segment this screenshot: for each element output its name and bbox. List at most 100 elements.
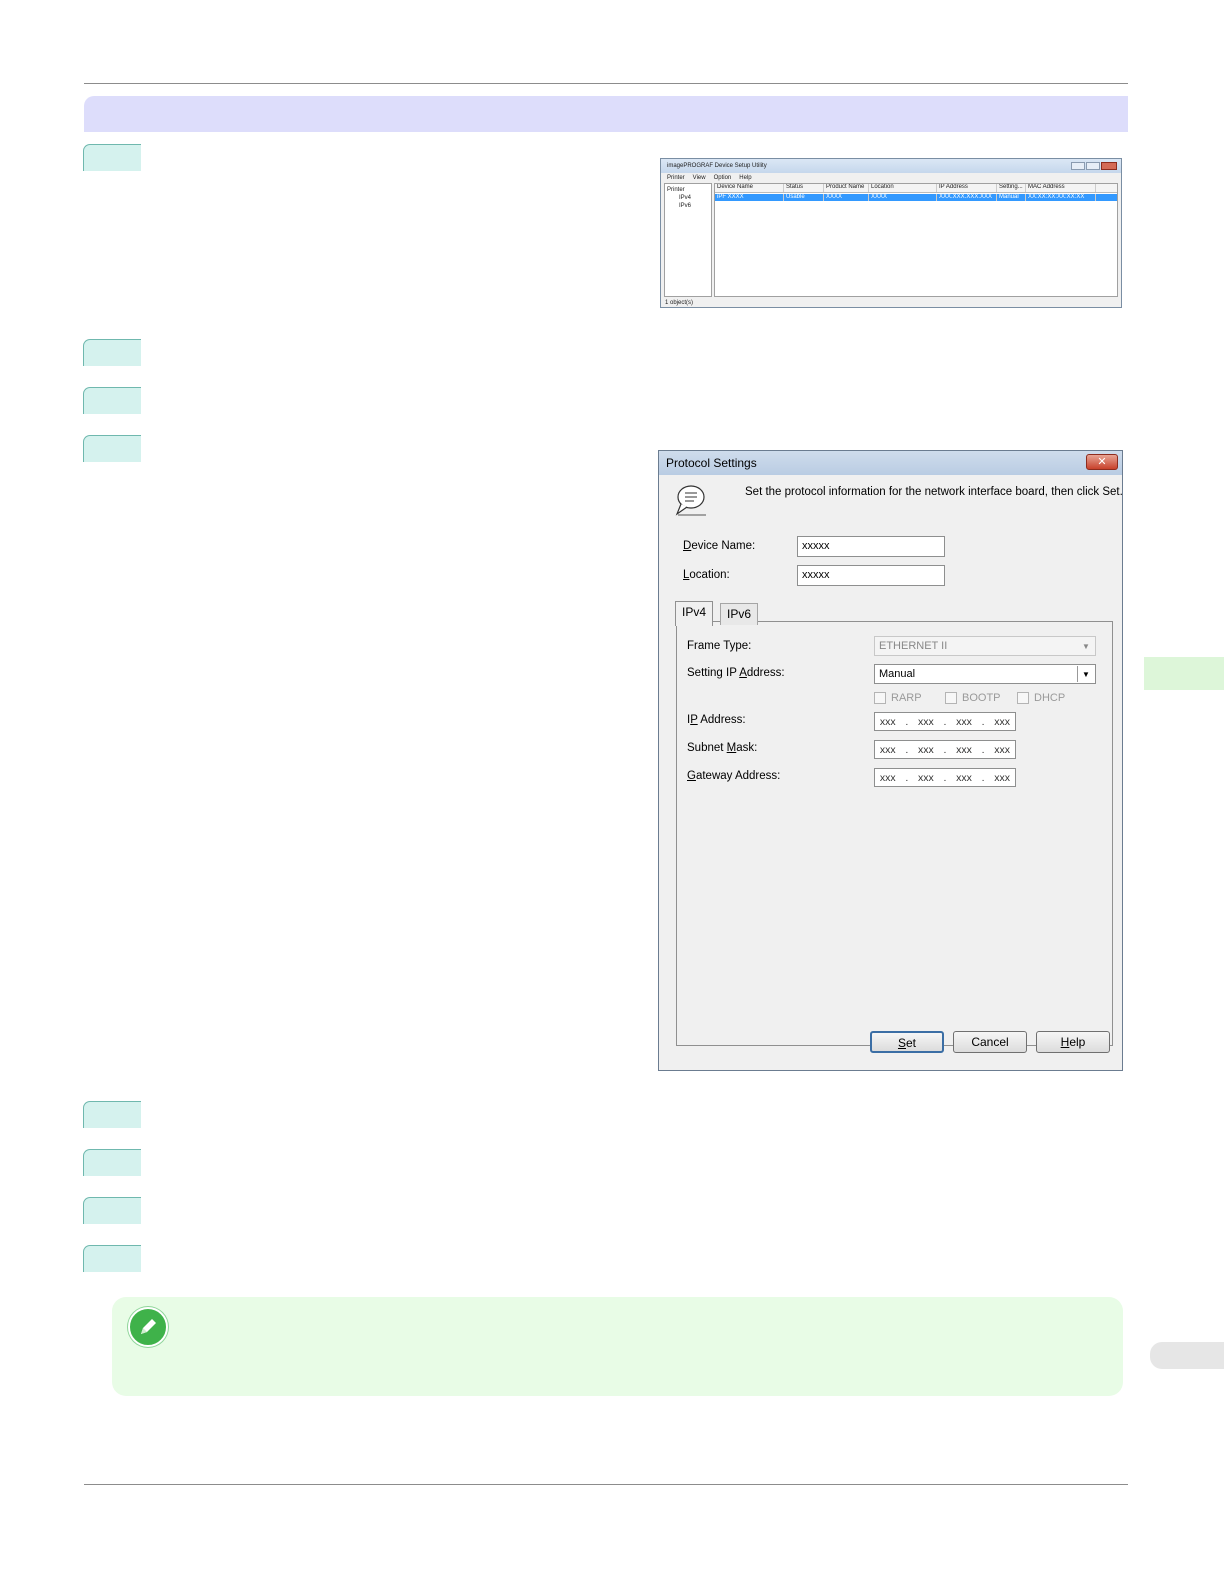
chapter-side-tab: [1144, 657, 1224, 690]
cell-location: XXXX: [869, 194, 937, 201]
utility-menu-bar: Printer View Option Help: [661, 173, 1121, 182]
menu-view[interactable]: View: [693, 175, 706, 181]
frame-type-select[interactable]: ETHERNET II ▼: [874, 636, 1096, 656]
menu-help[interactable]: Help: [739, 175, 751, 181]
cell-ip-address: XXX.XXX.XXX.XXX: [937, 194, 997, 201]
list-header: Device Name Status Product Name Location…: [715, 184, 1117, 193]
rarp-label: RARP: [891, 692, 922, 704]
checkbox-box: [874, 692, 886, 704]
ip-octet: xxx: [994, 743, 1011, 756]
col-device-name[interactable]: Device Name: [715, 184, 784, 192]
protocol-settings-dialog: Protocol Settings ✕ Set the protocol inf…: [658, 450, 1123, 1071]
setting-ip-address-label: Setting IP Address:: [687, 667, 785, 679]
dhcp-label: DHCP: [1034, 692, 1066, 704]
cell-product-name: XXXX: [824, 194, 869, 201]
checkbox-box: [1017, 692, 1029, 704]
maximize-icon[interactable]: [1086, 162, 1100, 170]
minimize-icon[interactable]: [1071, 162, 1085, 170]
page-side-tab: [1150, 1342, 1224, 1369]
ip-address-label: IP Address:: [687, 714, 746, 726]
rarp-checkbox[interactable]: RARP: [874, 692, 922, 704]
bootp-checkbox[interactable]: BOOTP: [945, 692, 1001, 704]
ipv4-tab-panel: [676, 621, 1113, 1046]
ip-octet: xxx: [879, 715, 896, 728]
utility-device-list: Device Name Status Product Name Location…: [714, 183, 1118, 297]
col-location[interactable]: Location: [869, 184, 937, 192]
location-field[interactable]: xxxxx: [797, 565, 945, 586]
ip-octet: xxx: [956, 743, 972, 756]
step-marker-5: [83, 1101, 141, 1128]
frame-type-label: Frame Type:: [687, 640, 752, 652]
close-icon[interactable]: ✕: [1086, 454, 1118, 470]
chevron-down-icon: ▼: [1082, 641, 1090, 651]
step-marker-6: [83, 1149, 141, 1176]
gateway-address-label: Gateway Address:: [687, 770, 781, 782]
ip-octet: xxx: [879, 771, 896, 784]
setting-ip-address-select[interactable]: Manual ▼: [874, 664, 1096, 684]
col-setting[interactable]: Setting...: [997, 184, 1026, 192]
cell-mac-address: XX:XX:XX:XX:XX:XX: [1026, 194, 1096, 201]
location-label: Location:: [683, 569, 730, 581]
step-marker-1: [83, 144, 141, 171]
col-ip-address[interactable]: IP Address: [937, 184, 997, 192]
ip-octet: xxx: [994, 771, 1011, 784]
table-row[interactable]: iPF XXXX Usable XXXX XXXX XXX.XXX.XXX.XX…: [715, 194, 1117, 201]
ip-octet: xxx: [956, 771, 972, 784]
ip-octet: xxx: [918, 743, 934, 756]
section-heading-bar: [84, 96, 1128, 132]
pencil-icon: [128, 1307, 168, 1347]
help-button[interactable]: Help: [1036, 1031, 1110, 1053]
step-marker-8: [83, 1245, 141, 1272]
note-box: [112, 1297, 1123, 1396]
menu-printer[interactable]: Printer: [667, 175, 685, 181]
tree-item-ipv4[interactable]: IPv4: [667, 194, 709, 202]
step-marker-2: [83, 339, 141, 366]
ip-octet: xxx: [956, 715, 972, 728]
tree-item-ipv6[interactable]: IPv6: [667, 202, 709, 210]
device-name-label: Device Name:: [683, 540, 756, 552]
ip-address-field[interactable]: xxx. xxx. xxx. xxx: [874, 712, 1016, 731]
ip-octet: xxx: [918, 771, 934, 784]
dialog-title-bar: Protocol Settings ✕: [659, 451, 1122, 475]
cell-status: Usable: [784, 194, 824, 201]
header-rule: [84, 83, 1128, 84]
cell-device-name: iPF XXXX: [715, 194, 784, 201]
checkbox-box: [945, 692, 957, 704]
chevron-down-icon: ▼: [1077, 666, 1094, 682]
cancel-button[interactable]: Cancel: [953, 1031, 1027, 1053]
tab-ipv6[interactable]: IPv6: [720, 603, 759, 625]
step-marker-3: [83, 387, 141, 414]
col-status[interactable]: Status: [784, 184, 824, 192]
col-mac-address[interactable]: MAC Address: [1026, 184, 1096, 192]
subnet-mask-label: Subnet Mask:: [687, 742, 758, 754]
cell-setting: Manual: [997, 194, 1026, 201]
tab-ipv4[interactable]: IPv4: [675, 601, 714, 626]
utility-status-bar: 1 object(s): [665, 300, 694, 306]
utility-tree: Printer IPv4 IPv6: [664, 183, 712, 297]
gateway-address-field[interactable]: xxx. xxx. xxx. xxx: [874, 768, 1016, 787]
utility-title-bar: imagePROGRAF Device Setup Utility: [661, 159, 1121, 173]
footer-rule: [84, 1484, 1128, 1485]
set-button[interactable]: Set: [870, 1031, 944, 1053]
device-name-field[interactable]: xxxxx: [797, 536, 945, 557]
step-marker-4: [83, 435, 141, 462]
dialog-title: Protocol Settings: [666, 456, 757, 470]
subnet-mask-field[interactable]: xxx. xxx. xxx. xxx: [874, 740, 1016, 759]
info-speech-icon: [675, 485, 706, 516]
close-icon[interactable]: [1101, 162, 1117, 170]
pencil-glyph: [141, 1319, 156, 1334]
dhcp-checkbox[interactable]: DHCP: [1017, 692, 1065, 704]
utility-title: imagePROGRAF Device Setup Utility: [667, 163, 767, 169]
setting-ip-value: Manual: [879, 668, 916, 680]
frame-type-value: ETHERNET II: [879, 640, 948, 652]
dialog-description: Set the protocol information for the net…: [745, 486, 1123, 498]
device-setup-utility-window: imagePROGRAF Device Setup Utility Printe…: [660, 158, 1122, 308]
tree-item-printer[interactable]: Printer: [667, 186, 709, 194]
bootp-label: BOOTP: [962, 692, 1001, 704]
step-marker-7: [83, 1197, 141, 1224]
ip-octet: xxx: [994, 715, 1011, 728]
ip-octet: xxx: [918, 715, 934, 728]
menu-option[interactable]: Option: [714, 175, 732, 181]
col-product-name[interactable]: Product Name: [824, 184, 869, 192]
ip-octet: xxx: [879, 743, 896, 756]
